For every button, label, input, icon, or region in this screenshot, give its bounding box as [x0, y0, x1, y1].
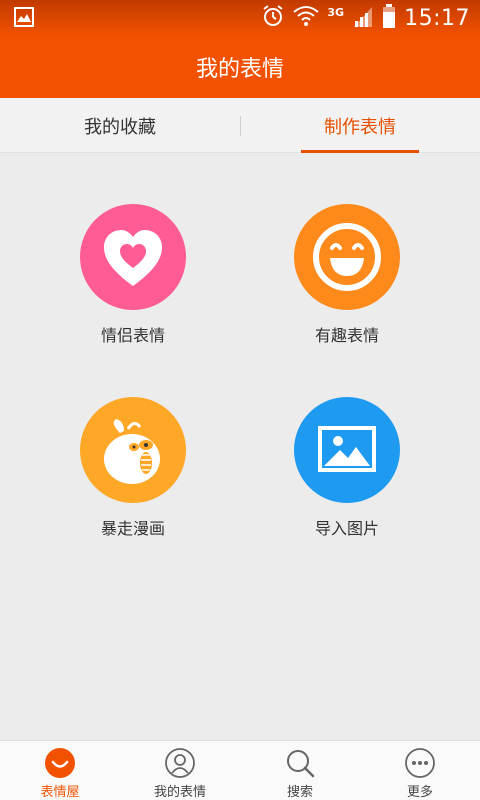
rage-comic-face-icon — [80, 397, 186, 503]
user-icon — [164, 747, 196, 779]
image-icon — [294, 397, 400, 503]
tab-active-indicator — [301, 150, 419, 153]
grid-item-label: 有趣表情 — [314, 326, 379, 345]
title-bar: 我的表情 — [0, 36, 480, 98]
wifi-icon — [293, 5, 320, 31]
grid-item-label: 暴走漫画 — [100, 519, 165, 538]
nav-item-more[interactable]: 更多 — [360, 741, 480, 800]
status-bar: 3G 15:17 — [0, 0, 480, 36]
smile-icon — [44, 747, 76, 779]
heart-icon — [80, 204, 186, 310]
nav-item-search[interactable]: 搜索 — [240, 741, 360, 800]
gallery-notification-icon — [14, 7, 34, 27]
battery-icon — [382, 4, 396, 32]
grid-item-funny-emoji[interactable]: 有趣表情 — [267, 204, 427, 346]
grid-item-import-image[interactable]: 导入图片 — [267, 397, 427, 539]
grid-item-rage-comic[interactable]: 暴走漫画 — [53, 397, 213, 539]
clock: 15:17 — [404, 5, 470, 31]
tab-make-emoji[interactable]: 制作表情 — [240, 98, 480, 153]
signal-icon — [352, 5, 374, 31]
nav-item-my-emoji[interactable]: 我的表情 — [120, 741, 240, 800]
grid-item-label: 情侣表情 — [100, 326, 165, 345]
bottom-nav: 表情屋 我的表情 搜索 更多 — [0, 740, 480, 800]
page-title: 我的表情 — [195, 57, 284, 82]
more-icon — [404, 747, 436, 779]
nav-label: 更多 — [406, 785, 433, 800]
tab-favorites[interactable]: 我的收藏 — [0, 98, 240, 153]
network-type: 3G — [327, 5, 345, 19]
grid-item-label: 导入图片 — [314, 519, 379, 538]
nav-label: 搜索 — [286, 785, 313, 800]
tab-bar: 我的收藏 制作表情 — [0, 98, 480, 153]
laughing-face-icon — [294, 204, 400, 310]
nav-label: 我的表情 — [153, 785, 206, 800]
search-icon — [284, 747, 316, 779]
nav-label: 表情屋 — [40, 785, 80, 800]
alarm-icon — [261, 4, 285, 32]
grid-item-couple-emoji[interactable]: 情侣表情 — [53, 204, 213, 346]
nav-item-emoji-house[interactable]: 表情屋 — [0, 741, 120, 800]
